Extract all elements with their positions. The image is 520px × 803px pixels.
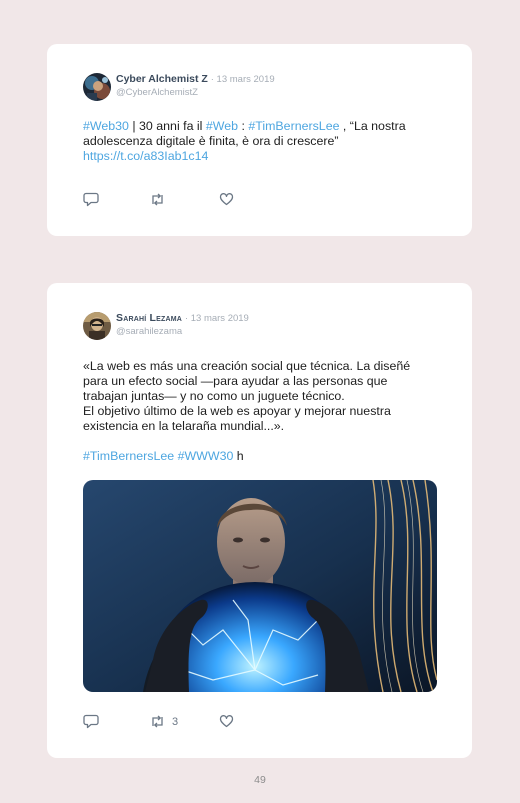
author-name[interactable]: Sarahí Lezama <box>116 312 182 324</box>
text-span: | 30 anni fa il <box>128 119 206 133</box>
tweet-card: Sarahí Lezama · 13 mars 2019 @sarahileza… <box>47 283 472 758</box>
tweet-photo[interactable] <box>83 480 437 692</box>
text-line: «La web es más una creación social que t… <box>83 359 411 373</box>
author-handle[interactable]: @sarahilezama <box>116 325 249 338</box>
tweet-header: Cyber Alchemist Z · 13 mars 2019 @CyberA… <box>83 73 275 101</box>
heart-icon <box>219 193 234 206</box>
avatar[interactable] <box>83 312 111 340</box>
text-line: para un efecto social —para ayudar a las… <box>83 374 388 388</box>
tweet-actions: 3 <box>83 714 283 730</box>
retweet-button[interactable]: 3 <box>149 714 178 729</box>
speech-bubble-icon <box>83 714 99 729</box>
hashtag[interactable]: #TimBernersLee <box>83 449 174 463</box>
reply-button[interactable] <box>83 192 99 207</box>
avatar[interactable] <box>83 73 111 101</box>
hashtag[interactable]: #Web30 <box>83 119 129 133</box>
author-name[interactable]: Cyber Alchemist Z <box>116 73 208 85</box>
reply-button[interactable] <box>83 714 99 729</box>
text-line: adolescenza digitale è finita, è ora di … <box>83 134 339 148</box>
speech-bubble-icon <box>83 192 99 207</box>
tweet-date[interactable]: 13 mars 2019 <box>217 74 275 85</box>
hashtag[interactable]: #WWW30 <box>178 449 234 463</box>
hashtag[interactable]: #Web <box>206 119 238 133</box>
retweet-count: 3 <box>172 715 179 728</box>
text-line: trabajan juntas— y no como un juguete té… <box>83 389 345 403</box>
page-number: 49 <box>254 774 266 786</box>
like-button[interactable] <box>219 192 240 206</box>
text-line: El objetivo último de la web es apoyar y… <box>83 404 391 418</box>
text-line: existencia en la telaraña mundial...». <box>83 419 285 433</box>
tweet-date[interactable]: 13 mars 2019 <box>191 313 249 324</box>
tweet-header: Sarahí Lezama · 13 mars 2019 @sarahileza… <box>83 312 249 340</box>
retweet-arrows-icon <box>152 193 163 206</box>
tweet-text: «La web es más una creación social que t… <box>83 359 442 464</box>
text-span: h <box>233 449 244 463</box>
tweet-card: Cyber Alchemist Z · 13 mars 2019 @CyberA… <box>47 44 472 236</box>
tweet-actions <box>83 192 283 208</box>
text-span: : <box>238 119 249 133</box>
retweet-arrows-icon <box>152 715 163 728</box>
hashtag[interactable]: #TimBernersLee <box>248 119 339 133</box>
tweet-link[interactable]: https://t.co/a83Iab1c14 <box>83 149 442 164</box>
retweet-button[interactable] <box>149 192 172 207</box>
tweet-text: #Web30 | 30 anni fa il #Web : #TimBerner… <box>83 119 442 164</box>
like-button[interactable] <box>219 714 240 728</box>
text-span: , “La nostra <box>339 119 406 133</box>
author-handle[interactable]: @CyberAlchemistZ <box>116 86 275 99</box>
heart-icon <box>219 715 234 728</box>
